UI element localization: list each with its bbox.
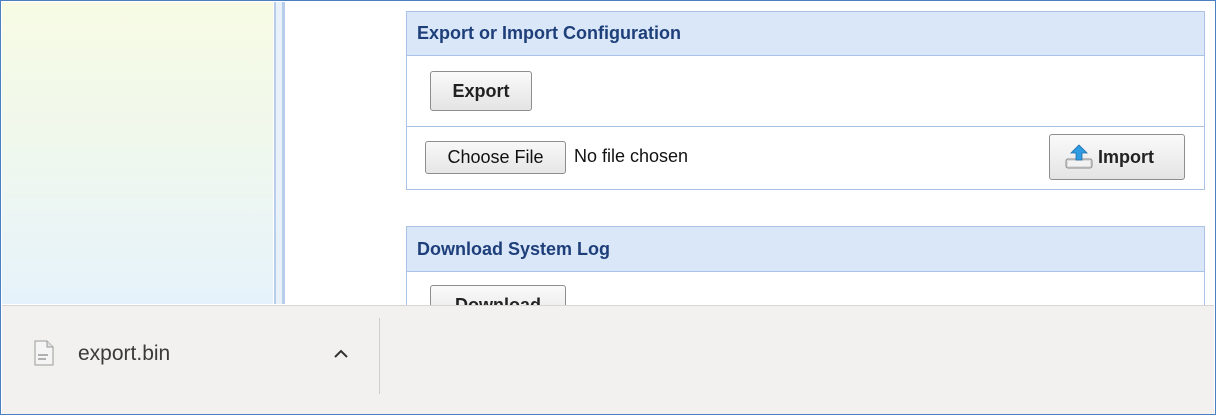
shelf-separator	[379, 318, 380, 394]
choose-file-button[interactable]: Choose File	[425, 141, 566, 174]
panel-divider[interactable]	[274, 2, 285, 304]
download-filename[interactable]: export.bin	[78, 342, 170, 366]
section-header: Export or Import Configuration	[407, 12, 1204, 56]
download-shelf	[2, 305, 1214, 414]
export-button[interactable]: Export	[430, 71, 532, 111]
file-icon[interactable]	[34, 340, 54, 371]
left-nav-panel	[2, 2, 273, 304]
file-status-text: No file chosen	[574, 146, 689, 166]
import-label: Import	[1098, 146, 1154, 167]
chevron-up-icon[interactable]	[330, 343, 352, 370]
import-row: Choose File No file chosen Import	[407, 127, 1204, 189]
upload-icon	[1064, 143, 1094, 171]
section-header: Download System Log	[407, 227, 1204, 272]
export-row: Export	[407, 56, 1204, 127]
import-button[interactable]: Import	[1049, 134, 1185, 180]
export-import-section: Export or Import Configuration Export Ch…	[406, 11, 1205, 190]
